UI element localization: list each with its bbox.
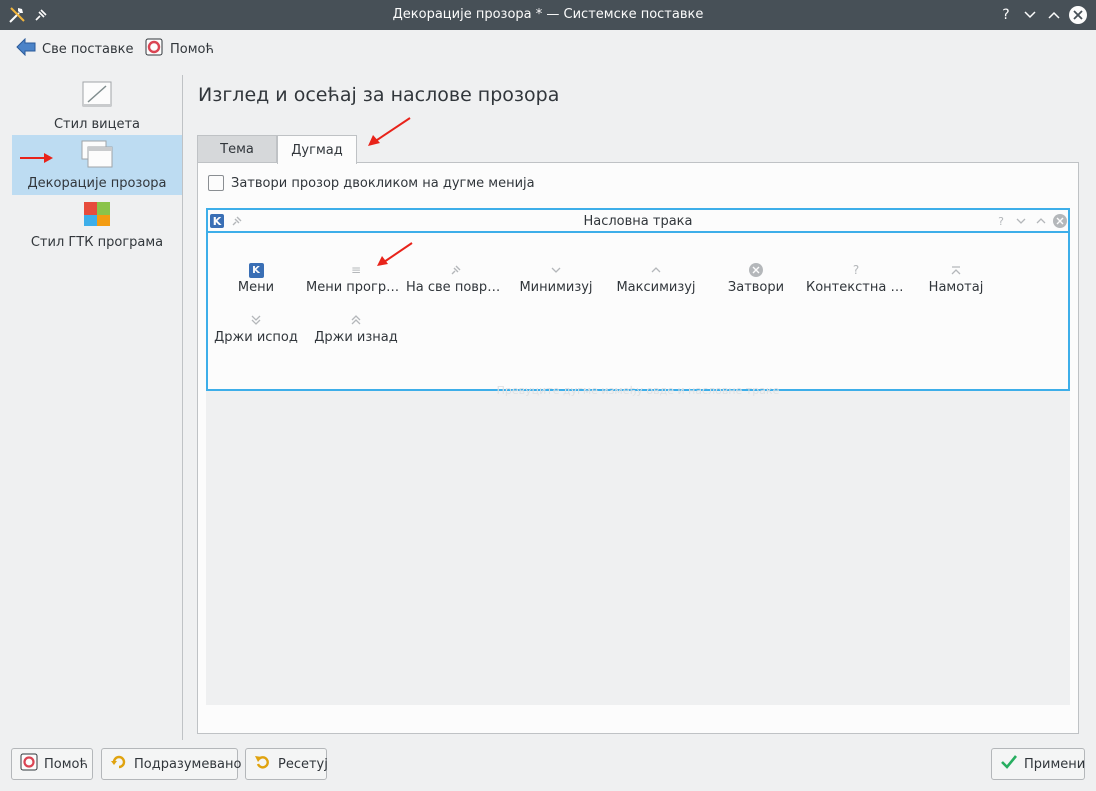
- maximize-icon[interactable]: [1034, 214, 1048, 228]
- sidebar-item-label: Стил вицета: [53, 117, 141, 132]
- sidebar-item-label: Декорације прозора: [27, 176, 167, 191]
- button-label: Затвори: [727, 280, 785, 295]
- reset-button[interactable]: Ресетуј: [245, 748, 328, 780]
- drop-hint: Превуците дугме између овде и насловне т…: [496, 384, 780, 397]
- button-context-help[interactable]: ? Контекстна п…: [806, 262, 906, 302]
- hamburger-icon: ≡: [350, 263, 362, 277]
- close-icon[interactable]: [1053, 214, 1067, 228]
- sidebar-item-widget-style[interactable]: Стил вицета: [12, 76, 182, 136]
- back-arrow-icon: [16, 37, 36, 60]
- keep-above-icon: [346, 312, 366, 328]
- button-shade[interactable]: Намотај: [906, 262, 1006, 302]
- button-label: Држи испод: [214, 330, 298, 345]
- window-titlebar[interactable]: Декорације прозора * — Системске поставк…: [0, 0, 1096, 30]
- button-close[interactable]: Затвори: [706, 262, 806, 302]
- checkbox-label: Затвори прозор двокликом на дугме менија: [231, 175, 535, 191]
- pin-icon: [446, 262, 466, 278]
- sidebar-item-label: Стил ГТК програма: [30, 235, 164, 250]
- close-on-double-click-checkbox[interactable]: [208, 175, 224, 191]
- widget-style-icon: [80, 80, 114, 110]
- keep-below-icon: [246, 312, 266, 328]
- button-minimize[interactable]: Минимизуј: [506, 262, 606, 302]
- page-title: Изглед и осећај за наслове прозора: [198, 84, 560, 106]
- button-keep-above[interactable]: Држи изнад: [306, 312, 406, 352]
- button-label: Мени: [237, 280, 275, 295]
- annotation-arrow: [368, 117, 411, 146]
- button-label: Максимизуј: [616, 280, 696, 295]
- help-icon[interactable]: ?: [994, 214, 1008, 228]
- help-book-icon: [20, 753, 38, 775]
- all-settings-label: Све поставке: [42, 41, 134, 57]
- close-icon[interactable]: [1069, 6, 1087, 24]
- gtk-style-icon: [80, 198, 114, 228]
- minimize-icon[interactable]: [1014, 214, 1028, 228]
- close-on-double-click-option[interactable]: Затвори прозор двокликом на дугме менија: [208, 173, 535, 193]
- button-label: Држи изнад: [314, 330, 398, 345]
- help-book-icon: [144, 37, 164, 61]
- tab-theme[interactable]: Тема: [197, 135, 277, 163]
- toolbar: Све поставке Помоћ: [0, 30, 1096, 68]
- help-button[interactable]: Помоћ: [144, 37, 214, 61]
- button-maximize[interactable]: Максимизуј: [606, 262, 706, 302]
- window-title: Декорације прозора * — Системске поставк…: [392, 7, 704, 22]
- defaults-label: Подразумевано: [134, 756, 242, 772]
- button-menu[interactable]: K Мени: [206, 262, 306, 302]
- button-label: На све површи: [406, 280, 506, 295]
- annotation-arrow: [20, 153, 53, 163]
- button-label: Намотај: [928, 280, 984, 295]
- close-circle-icon: [746, 262, 766, 278]
- window-decorations-icon: [80, 139, 114, 169]
- shade-icon: [946, 262, 966, 278]
- defaults-icon: [110, 753, 128, 775]
- button-keep-below[interactable]: Држи испод: [206, 312, 306, 352]
- question-icon: ?: [852, 263, 860, 277]
- apply-button[interactable]: Примени: [991, 748, 1085, 780]
- maximize-icon[interactable]: [1045, 6, 1063, 24]
- help-icon[interactable]: ?: [997, 6, 1015, 24]
- defaults-button[interactable]: Подразумевано: [101, 748, 242, 780]
- chevron-up-icon: [646, 262, 666, 278]
- reset-label: Ресетуј: [278, 756, 328, 772]
- apply-label: Примени: [1024, 756, 1086, 772]
- minimize-icon[interactable]: [1021, 6, 1039, 24]
- all-settings-button[interactable]: Све поставке: [16, 37, 134, 61]
- chevron-down-icon: [546, 262, 566, 278]
- preview-title: Насловна трака: [583, 214, 693, 229]
- footer-help-button[interactable]: Помоћ: [11, 748, 93, 780]
- reset-icon: [254, 753, 272, 775]
- button-label: Мени програ…: [306, 280, 406, 295]
- footer-help-label: Помоћ: [44, 756, 88, 772]
- button-on-all-desktops[interactable]: На све површи: [406, 262, 506, 302]
- button-label: Минимизуј: [519, 280, 593, 295]
- preview-titlebar[interactable]: K Насловна трака ?: [208, 210, 1068, 233]
- button-label: Контекстна п…: [806, 280, 906, 295]
- tab-buttons[interactable]: Дугмад: [277, 135, 357, 164]
- sidebar-divider: [182, 75, 183, 740]
- annotation-arrow: [377, 242, 413, 266]
- tab-label: Дугмад: [291, 142, 343, 158]
- checkmark-icon: [1000, 753, 1018, 775]
- tab-label: Тема: [220, 142, 254, 157]
- help-label: Помоћ: [170, 41, 214, 57]
- kde-menu-icon: K: [246, 262, 266, 278]
- sidebar-item-gtk-style[interactable]: Стил ГТК програма: [12, 194, 182, 254]
